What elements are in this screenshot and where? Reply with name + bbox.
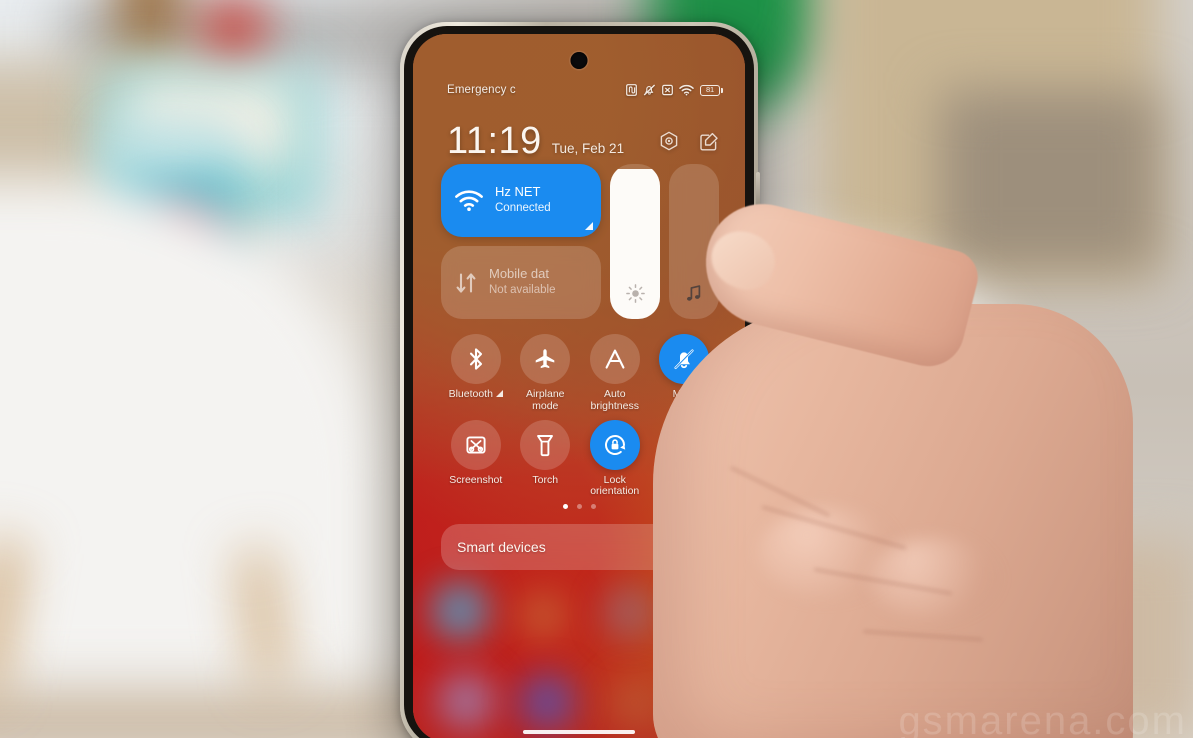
lock-orientation-icon <box>602 432 628 458</box>
mobile-data-tile-title: Mobile dat <box>489 267 549 282</box>
wifi-icon <box>455 189 483 212</box>
brightness-slider[interactable] <box>610 164 660 319</box>
toggle-auto-brightness[interactable]: Auto brightness <box>580 334 650 413</box>
mobile-data-icon <box>455 271 477 295</box>
clock-date: Tue, Feb 21 <box>551 141 625 156</box>
toggle-torch[interactable]: Torch <box>511 419 581 499</box>
front-camera-punch-hole <box>570 52 588 69</box>
expand-arrow-icon[interactable] <box>495 389 503 401</box>
hand-holding-phone <box>653 192 1193 738</box>
toggle-lock-orientation[interactable]: Lock orientation <box>580 419 650 499</box>
lockscreen-clock-row: 11:19 Tue, Feb 21 <box>447 122 719 160</box>
screenshot-icon <box>464 433 488 457</box>
auto-brightness-icon <box>604 347 626 371</box>
toggle-circle[interactable] <box>520 334 571 384</box>
expand-corner-icon[interactable] <box>585 222 593 230</box>
toggle-label: Screenshot <box>449 473 503 486</box>
toggle-label: Airplane mode <box>525 388 565 412</box>
toggle-circle[interactable] <box>589 334 640 384</box>
torch-icon <box>535 433 555 457</box>
page-dot[interactable] <box>590 504 596 509</box>
page-dot[interactable] <box>562 504 568 509</box>
carrier-label: Emergency c <box>447 84 516 96</box>
status-bar: Emergency c 81 <box>413 80 745 100</box>
wifi-tile[interactable]: Hz NET Connected <box>441 164 601 237</box>
wifi-tile-title: Hz NET <box>495 185 541 200</box>
smart-devices-label: Smart devices <box>457 539 546 555</box>
toggle-label: Bluetooth <box>449 388 503 401</box>
toggle-screenshot[interactable]: Screenshot <box>441 419 511 499</box>
nfc-icon <box>626 84 637 96</box>
toggle-circle[interactable] <box>589 419 640 470</box>
toggle-label: Auto brightness <box>590 388 639 412</box>
toggle-airplane-mode[interactable]: Airplane mode <box>511 334 581 413</box>
battery-percent-label: 81 <box>700 84 720 96</box>
toggle-label: Torch <box>532 473 559 486</box>
mute-icon <box>643 84 656 96</box>
status-icon-group: 81 <box>626 84 723 96</box>
page-dot[interactable] <box>576 504 582 509</box>
mobile-data-tile[interactable]: Mobile dat Not available <box>441 246 601 319</box>
bluetooth-icon <box>465 347 487 371</box>
settings-icon[interactable] <box>659 131 679 152</box>
toggle-circle[interactable] <box>450 334 501 384</box>
battery-icon: 81 <box>700 84 723 96</box>
no-sim-icon <box>662 84 673 96</box>
toggle-label: Lock orientation <box>590 473 640 498</box>
airplane-icon <box>533 347 557 371</box>
wifi-tile-subtitle: Connected <box>495 202 551 214</box>
toggle-circle[interactable] <box>520 419 571 470</box>
mobile-data-tile-subtitle: Not available <box>489 284 556 296</box>
brightness-icon <box>625 284 645 303</box>
edit-icon[interactable] <box>699 131 719 152</box>
clock-time: 11:19 <box>447 120 542 162</box>
home-gesture-bar[interactable] <box>523 730 635 734</box>
toggle-bluetooth[interactable]: Bluetooth <box>441 334 511 413</box>
toggle-circle[interactable] <box>450 419 501 470</box>
photo-scene: Emergency c 81 11:19 Tue, Feb 21 Hz NET … <box>0 0 1193 738</box>
wifi-icon <box>679 84 694 96</box>
